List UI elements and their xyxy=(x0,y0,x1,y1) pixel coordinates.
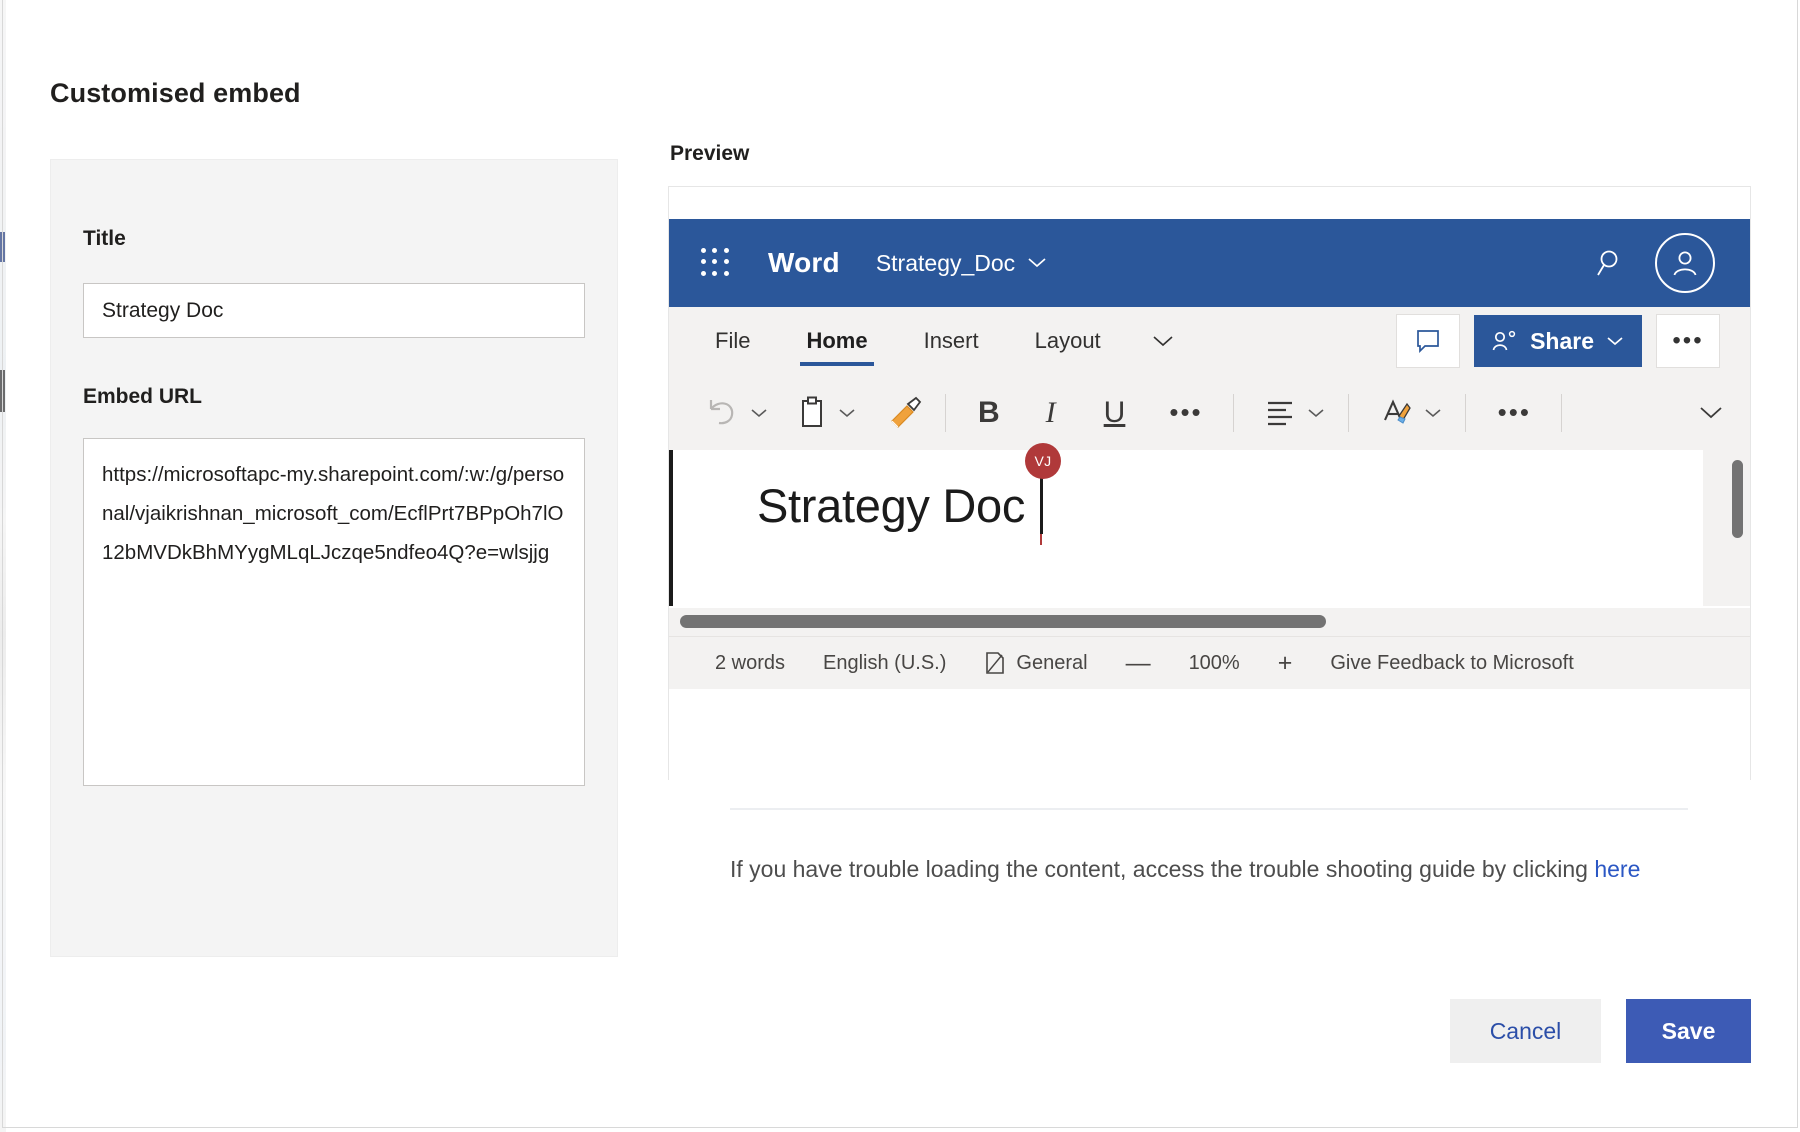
troubleshooting-sentence: If you have trouble loading the content,… xyxy=(730,856,1595,882)
word-ribbon-tabs: File Home Insert Layout Share ••• xyxy=(669,307,1750,375)
page-title: Customised embed xyxy=(50,78,301,108)
document-heading: Strategy Doc xyxy=(757,479,1026,532)
title-field-label: Title xyxy=(83,227,126,250)
word-app-name[interactable]: Word xyxy=(768,247,840,279)
zoom-level[interactable]: 100% xyxy=(1189,652,1240,675)
chevron-down-icon xyxy=(1027,257,1047,269)
document-style[interactable]: General xyxy=(984,651,1088,675)
vertical-scroll-thumb[interactable] xyxy=(1732,460,1743,538)
document-style-label: General xyxy=(1016,651,1088,674)
search-icon[interactable] xyxy=(1593,246,1627,280)
align-chevron-down-icon[interactable] xyxy=(1306,407,1326,419)
more-tabs-chevron-down-icon[interactable] xyxy=(1151,334,1175,348)
presence-initials-badge[interactable]: VJ xyxy=(1025,443,1061,479)
share-chevron-down-icon xyxy=(1606,336,1624,347)
toolbar-divider xyxy=(1464,393,1466,432)
undo-arrow-icon xyxy=(703,396,739,430)
tab-layout[interactable]: Layout xyxy=(1031,307,1105,375)
toolbar-divider xyxy=(1232,393,1234,432)
comment-button[interactable] xyxy=(1396,314,1461,368)
italic-button[interactable]: I xyxy=(1046,396,1056,430)
tab-home[interactable]: Home xyxy=(800,307,874,375)
document-horizontal-scrollbar[interactable] xyxy=(669,608,1750,636)
toolbar-divider xyxy=(1347,393,1349,432)
title-input[interactable] xyxy=(83,283,585,338)
format-painter-icon xyxy=(887,396,923,430)
background-page-sliver xyxy=(0,0,6,1132)
paragraph-overflow-ellipsis-icon[interactable]: ••• xyxy=(1498,397,1531,428)
document-name-menu[interactable]: Strategy_Doc xyxy=(876,250,1047,277)
word-status-bar: 2 words English (U.S.) General — 100% + … xyxy=(669,636,1750,689)
align-button[interactable] xyxy=(1264,398,1326,428)
save-button[interactable]: Save xyxy=(1626,999,1751,1063)
toolbar-divider xyxy=(1560,393,1562,432)
text-highlight-pen-icon xyxy=(1379,396,1413,430)
troubleshooting-note: If you have trouble loading the content,… xyxy=(668,780,1751,957)
divider xyxy=(730,808,1688,810)
cancel-button[interactable]: Cancel xyxy=(1450,999,1601,1063)
clipboard-paste-icon xyxy=(797,396,827,430)
share-button[interactable]: Share xyxy=(1474,315,1642,367)
customised-embed-dialog: Customised embed Title Embed URL Preview… xyxy=(0,0,1800,1132)
page-style-icon xyxy=(984,651,1006,675)
background-text-sliver xyxy=(10,1124,1790,1132)
share-person-icon xyxy=(1492,329,1518,353)
document-page[interactable]: Strategy Doc xyxy=(669,450,1703,606)
undo-chevron-down-icon[interactable] xyxy=(749,407,769,419)
ribbon-overflow-button[interactable]: ••• xyxy=(1656,314,1720,368)
preview-label: Preview xyxy=(670,142,750,165)
embed-url-field-label: Embed URL xyxy=(83,385,203,408)
font-overflow-ellipsis-icon[interactable]: ••• xyxy=(1169,397,1202,428)
tab-insert[interactable]: Insert xyxy=(920,307,983,375)
document-name-label: Strategy_Doc xyxy=(875,249,1016,276)
embed-url-input[interactable] xyxy=(83,438,585,786)
ellipsis-icon: ••• xyxy=(1672,327,1704,354)
word-count[interactable]: 2 words xyxy=(715,652,785,675)
document-canvas[interactable]: Strategy Doc xyxy=(669,450,1750,606)
feedback-link[interactable]: Give Feedback to Microsoft xyxy=(1330,652,1573,675)
zoom-out-button[interactable]: — xyxy=(1126,649,1151,678)
tab-file[interactable]: File xyxy=(711,307,754,375)
word-title-bar: Word Strategy_Doc xyxy=(669,219,1750,307)
undo-button[interactable] xyxy=(703,396,769,430)
document-vertical-scrollbar[interactable] xyxy=(1724,450,1750,606)
account-avatar-icon[interactable] xyxy=(1655,233,1715,293)
align-left-icon xyxy=(1264,398,1296,428)
toolbar-divider xyxy=(945,393,946,432)
format-painter-button[interactable] xyxy=(887,396,923,430)
troubleshooting-guide-link[interactable]: here xyxy=(1594,856,1640,882)
bold-button[interactable]: B xyxy=(978,396,1000,430)
app-launcher-icon[interactable] xyxy=(701,248,731,278)
comment-icon xyxy=(1415,328,1441,354)
expand-ribbon-chevron-down-icon[interactable] xyxy=(1698,405,1750,420)
underline-button[interactable]: U xyxy=(1104,396,1126,430)
paste-chevron-down-icon[interactable] xyxy=(837,407,857,419)
styles-chevron-down-icon[interactable] xyxy=(1423,407,1443,419)
horizontal-scroll-thumb[interactable] xyxy=(680,615,1326,628)
share-label: Share xyxy=(1530,327,1594,354)
paste-button[interactable] xyxy=(797,396,857,430)
troubleshooting-text: If you have trouble loading the content,… xyxy=(730,848,1690,890)
zoom-in-button[interactable]: + xyxy=(1278,649,1293,678)
word-format-toolbar: B I U ••• ••• xyxy=(669,375,1750,451)
styles-button[interactable] xyxy=(1379,396,1443,430)
language-indicator[interactable]: English (U.S.) xyxy=(823,652,946,675)
